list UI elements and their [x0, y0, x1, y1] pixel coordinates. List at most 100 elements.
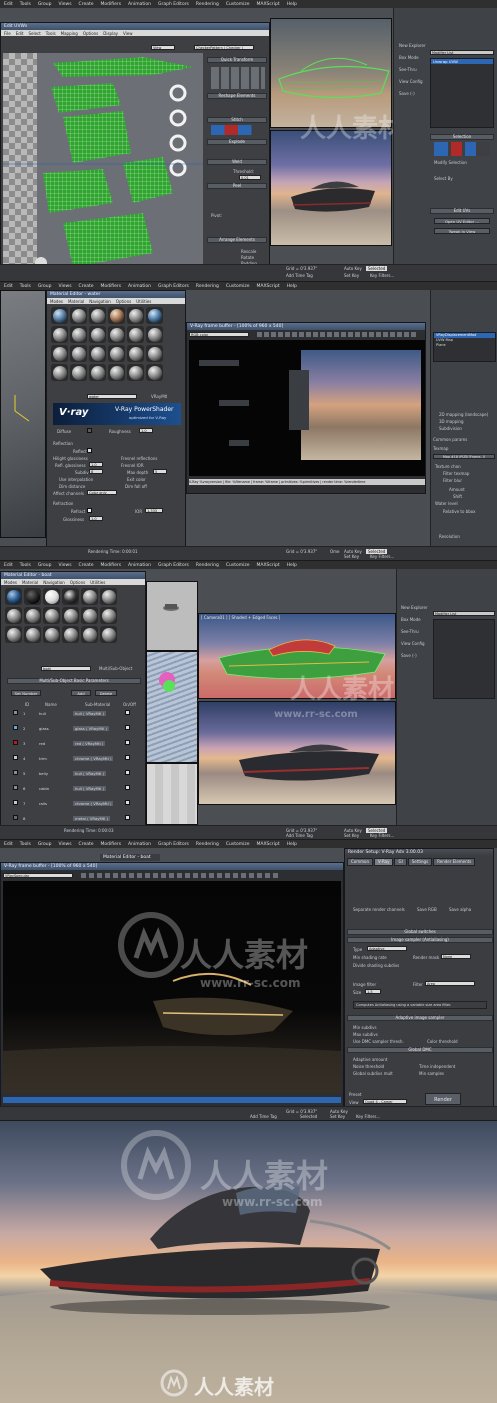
subdivs-field[interactable]: 8 — [89, 469, 103, 474]
sub-color-swatch[interactable] — [13, 815, 18, 820]
sub-onoff-checkbox[interactable] — [125, 770, 130, 775]
slot-boat-7[interactable] — [5, 607, 22, 624]
menu-graph-editors-4[interactable]: Graph Editors — [158, 842, 189, 847]
table-row[interactable]: 1 hull hull ( VRayMtl ) — [11, 709, 131, 717]
stack-item-plane[interactable]: Plane — [434, 343, 495, 348]
save-item-3[interactable]: Save (-) — [401, 653, 417, 658]
table-row[interactable]: 7 rails chrome ( VRayMtl ) — [11, 799, 131, 807]
sub-onoff-checkbox[interactable] — [125, 740, 130, 745]
menu-create-2[interactable]: Create — [79, 284, 94, 289]
sub-color-swatch[interactable] — [13, 710, 18, 715]
menu-animation-2[interactable]: Animation — [128, 284, 151, 289]
vfb-image-2[interactable] — [189, 340, 425, 476]
delete-button[interactable]: Delete — [95, 690, 117, 696]
rollout-adaptive-sampler[interactable]: Adaptive image sampler — [347, 1015, 493, 1021]
mat-menu-navigation-3[interactable]: Navigation — [43, 580, 65, 585]
sub-onoff-checkbox[interactable] — [125, 785, 130, 790]
size-field[interactable]: 1.5 — [365, 989, 381, 994]
checker-dropdown[interactable]: CheckerPattern ( Checker ) — [194, 45, 254, 50]
slot-8[interactable] — [70, 326, 87, 343]
table-row[interactable]: 6 cabin hull ( VRayMtl ) — [11, 784, 131, 792]
slot-15[interactable] — [89, 345, 106, 362]
slot-13[interactable] — [51, 345, 68, 362]
slot-20[interactable] — [70, 364, 87, 381]
menu-rendering-3[interactable]: Rendering — [196, 563, 219, 568]
sub-onoff-checkbox[interactable] — [125, 725, 130, 730]
menu-graph-editors-2[interactable]: Graph Editors — [158, 284, 189, 289]
modifier-list-dropdown-3[interactable]: Modifier List — [433, 611, 495, 616]
new-explorer[interactable]: New Explorer — [399, 43, 426, 48]
divide-shading-check[interactable]: Divide shading subdivs — [353, 963, 399, 968]
menu-rendering[interactable]: Rendering — [196, 2, 219, 7]
slot-boat-1[interactable] — [5, 588, 22, 605]
sub-onoff-checkbox[interactable] — [125, 815, 130, 820]
mat-menu-material-3[interactable]: Material — [22, 580, 38, 585]
slot-boat-9[interactable] — [43, 607, 60, 624]
menu-edit-2[interactable]: Edit — [4, 284, 13, 289]
menu-modifiers-3[interactable]: Modifiers — [101, 563, 122, 568]
table-row[interactable]: 3 red red ( VRayMtl ) — [11, 739, 131, 747]
relative-bbox-label[interactable]: Relative to bbox — [443, 509, 475, 514]
add-time-tag-3[interactable]: Add Time Tag — [286, 833, 313, 838]
material-type-2[interactable]: VRayMtl — [151, 394, 167, 399]
menu-customize[interactable]: Customize — [226, 2, 250, 7]
multisub-rollout[interactable]: Multi/Sub-Object Basic Parameters — [7, 678, 141, 684]
sub-onoff-checkbox[interactable] — [125, 755, 130, 760]
threshold-field[interactable]: 0.01 — [239, 175, 261, 180]
menu-views-3[interactable]: Views — [59, 563, 72, 568]
table-row[interactable]: 5 belly hull ( VRayMtl ) — [11, 769, 131, 777]
sub-material[interactable]: hull ( VRayMtl ) — [73, 710, 107, 716]
slot-7[interactable] — [51, 326, 68, 343]
menu-help-2[interactable]: Help — [287, 284, 297, 289]
uv-menu-mapping[interactable]: Mapping — [61, 31, 78, 36]
slot-boat-12[interactable] — [100, 607, 117, 624]
slot-14[interactable] — [70, 345, 87, 362]
slot-9[interactable] — [89, 326, 106, 343]
menu-create-3[interactable]: Create — [79, 563, 94, 568]
set-key-button-4[interactable]: Set Key — [330, 1114, 345, 1119]
add-button[interactable]: Add — [71, 690, 91, 696]
tab-vray[interactable]: V-Ray — [374, 858, 394, 866]
use-interp-label[interactable]: Use interpolation — [59, 477, 93, 482]
slot-17[interactable] — [127, 345, 144, 362]
rollout-weld[interactable]: Weld — [207, 159, 267, 165]
rollout-global-dmc[interactable]: Global DMC — [347, 1047, 493, 1053]
sub-material[interactable]: red ( VRayMtl ) — [73, 740, 106, 746]
viewport-perspective-2[interactable] — [0, 290, 46, 538]
menu-modifiers[interactable]: Modifiers — [101, 2, 122, 7]
render-mask-dropdown[interactable]: None — [441, 954, 471, 959]
uv-menu-edit[interactable]: Edit — [16, 31, 24, 36]
save-rgb-check[interactable]: Save RGB — [417, 907, 437, 912]
viewport-top-3[interactable] — [146, 581, 198, 651]
vfb-toolbar-4[interactable] — [81, 873, 281, 878]
tab-common[interactable]: Common — [347, 858, 374, 866]
texmap-button[interactable]: Map #18 (PIZB [Frame..]) — [433, 454, 495, 459]
mat-menu-options-2[interactable]: Options — [116, 299, 131, 304]
key-filters-button-3[interactable]: Key Filters... — [370, 833, 394, 838]
add-time-tag-4[interactable]: Add Time Tag — [250, 1114, 277, 1119]
menu-group-2[interactable]: Group — [38, 284, 52, 289]
slot-18[interactable] — [146, 345, 163, 362]
open-uv-editor-button[interactable]: Open UV Editor ... — [434, 218, 490, 224]
see-thru-3[interactable]: See-Thru — [401, 629, 419, 634]
slot-boat-8[interactable] — [24, 607, 41, 624]
ior-field[interactable]: 1.333 — [145, 508, 163, 513]
slot-5[interactable] — [127, 307, 144, 324]
mat-menu-options-3[interactable]: Options — [70, 580, 85, 585]
table-row[interactable]: 4 trim chrome ( VRayMtl ) — [11, 754, 131, 762]
slot-water[interactable] — [51, 307, 68, 324]
table-row[interactable]: 2 glass glass ( VRayMtl ) — [11, 724, 131, 732]
uv-menu-view[interactable]: View — [123, 31, 133, 36]
key-filters-button[interactable]: Key Filters... — [370, 273, 394, 278]
slot-boat-6[interactable] — [100, 588, 117, 605]
filter-dropdown[interactable]: Area — [425, 981, 475, 986]
slot-boat-15[interactable] — [43, 626, 60, 643]
slot-boat-11[interactable] — [81, 607, 98, 624]
refract-swatch[interactable] — [87, 508, 92, 513]
slot-boat-5[interactable] — [81, 588, 98, 605]
viewport-left-3[interactable] — [146, 651, 198, 763]
slot-6[interactable] — [146, 307, 163, 324]
view-config[interactable]: View Config — [399, 79, 423, 84]
mat-menu-navigation-2[interactable]: Navigation — [89, 299, 111, 304]
max-depth-field[interactable]: 5 — [153, 469, 167, 474]
